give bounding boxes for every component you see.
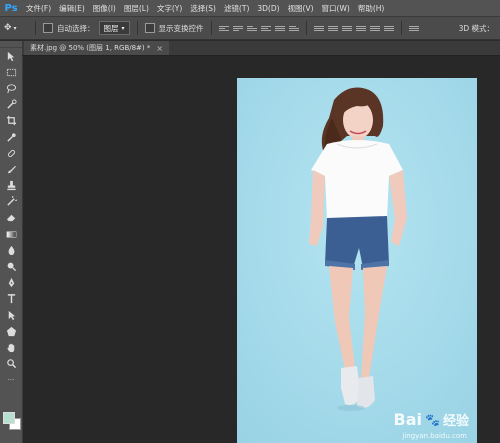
dodge-tool-icon[interactable] (0, 258, 22, 274)
menu-help[interactable]: 帮助(H) (354, 3, 389, 14)
menu-window[interactable]: 窗口(W) (318, 3, 354, 14)
watermark: Bai 🐾 经验 (394, 410, 469, 429)
path-selection-tool-icon[interactable] (0, 307, 22, 323)
auto-select-checkbox[interactable] (43, 23, 53, 33)
menu-layer[interactable]: 图层(L) (120, 3, 153, 14)
paw-icon: 🐾 (425, 412, 440, 427)
distribute-bottom-icon[interactable] (341, 23, 352, 33)
eyedropper-tool-icon[interactable] (0, 129, 22, 145)
align-vcenter-icon[interactable] (232, 23, 243, 33)
divider (305, 21, 307, 35)
divider (136, 21, 138, 35)
lasso-tool-icon[interactable] (0, 80, 22, 96)
healing-brush-tool-icon[interactable] (0, 145, 22, 161)
show-transform-label: 显示变换控件 (158, 23, 204, 33)
eraser-tool-icon[interactable] (0, 210, 22, 226)
document-tab[interactable]: 素材.jpg @ 50% (图层 1, RGB/8#) * × (24, 41, 170, 55)
menu-select[interactable]: 选择(S) (186, 3, 220, 14)
marquee-tool-icon[interactable] (0, 64, 22, 80)
align-right-icon[interactable] (288, 23, 299, 33)
menu-edit[interactable]: 编辑(E) (55, 3, 89, 14)
3d-mode-label: 3D 模式： (458, 23, 494, 33)
tool-preset-picker[interactable]: ✥ ▾ (4, 20, 28, 36)
watermark-brand-suffix: 经验 (442, 414, 469, 429)
chevron-down-icon: ▾ (121, 24, 125, 32)
distribute-top-icon[interactable] (313, 23, 324, 33)
divider (210, 21, 212, 35)
align-left-icon[interactable] (260, 23, 271, 33)
gradient-tool-icon[interactable] (0, 226, 22, 242)
chevron-down-icon: ▾ (13, 24, 17, 32)
align-bottom-icon[interactable] (246, 23, 257, 33)
pen-tool-icon[interactable] (0, 275, 22, 291)
distribute-left-icon[interactable] (355, 23, 366, 33)
document-tab-bar: 素材.jpg @ 50% (图层 1, RGB/8#) * × (22, 41, 500, 56)
align-top-icon[interactable] (218, 23, 229, 33)
watermark-brand: Bai (393, 410, 423, 429)
menu-file[interactable]: 文件(F) (22, 3, 55, 14)
app-logo[interactable]: Ps (0, 0, 22, 16)
more-tools-icon[interactable]: ··· (0, 372, 22, 388)
menu-image[interactable]: 图像(I) (89, 3, 120, 14)
show-transform-checkbox[interactable] (144, 23, 155, 33)
quick-select-tool-icon[interactable] (0, 97, 22, 113)
document-image[interactable]: Bai 🐾 经验 jingyan.baidu.com (237, 78, 477, 443)
canvas-area[interactable]: Bai 🐾 经验 jingyan.baidu.com (23, 56, 500, 443)
distribute-hcenter-icon[interactable] (369, 23, 380, 33)
auto-select-label: 自动选择： (57, 23, 95, 33)
crop-tool-icon[interactable] (0, 113, 22, 129)
watermark-site: jingyan.baidu.com (402, 432, 467, 440)
history-brush-tool-icon[interactable] (0, 194, 22, 210)
distribute-vcenter-icon[interactable] (327, 23, 338, 33)
menu-type[interactable]: 文字(Y) (153, 3, 186, 14)
move-tool-icon: ✥ (4, 23, 12, 33)
options-bar: ✥ ▾ 自动选择： 图层 ▾ 显示变换控件 3D 模式： (0, 17, 500, 40)
type-tool-icon[interactable] (0, 291, 22, 307)
photo-content (237, 78, 477, 443)
shape-tool-icon[interactable] (0, 323, 22, 339)
divider (35, 21, 36, 35)
clone-stamp-tool-icon[interactable] (0, 178, 22, 194)
menu-view[interactable]: 视图(V) (284, 3, 318, 14)
move-tool-icon[interactable] (0, 48, 22, 64)
menu-3d[interactable]: 3D(D) (253, 4, 283, 13)
menu-filter[interactable]: 滤镜(T) (220, 3, 253, 14)
document-tab-label: 素材.jpg @ 50% (图层 1, RGB/8#) * (30, 44, 151, 52)
menu-bar: Ps 文件(F) 编辑(E) 图像(I) 图层(L) 文字(Y) 选择(S) 滤… (0, 0, 500, 17)
auto-select-value: 图层 (103, 23, 119, 33)
zoom-tool-icon[interactable] (0, 356, 22, 372)
brush-tool-icon[interactable] (0, 161, 22, 177)
foreground-color-swatch[interactable] (3, 412, 15, 424)
toolbox-grip[interactable] (0, 41, 22, 48)
toolbox: ··· (0, 41, 23, 443)
distribute-right-icon[interactable] (383, 23, 394, 33)
auto-align-icon[interactable] (408, 23, 419, 33)
auto-select-dropdown[interactable]: 图层 ▾ (98, 21, 130, 35)
hand-tool-icon[interactable] (0, 339, 22, 355)
blur-tool-icon[interactable] (0, 242, 22, 258)
divider (400, 21, 402, 35)
align-hcenter-icon[interactable] (274, 23, 285, 33)
close-icon[interactable]: × (156, 44, 163, 53)
